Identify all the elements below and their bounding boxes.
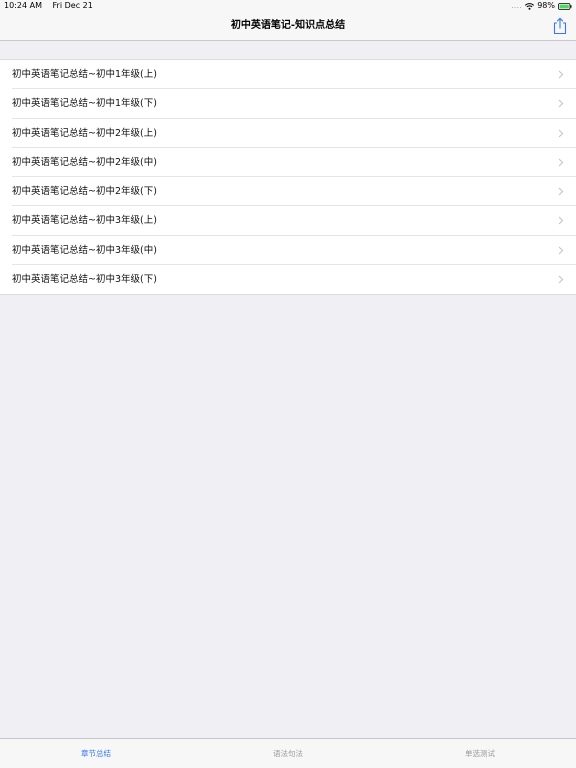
list-item[interactable]: 初中英语笔记总结~初中3年级(下)	[0, 265, 576, 294]
share-button[interactable]	[552, 17, 568, 35]
list-item-label: 初中英语笔记总结~初中3年级(上)	[12, 215, 157, 227]
list-item[interactable]: 初中英语笔记总结~初中3年级(上)	[0, 206, 576, 236]
share-icon	[553, 17, 567, 35]
chapter-list: 初中英语笔记总结~初中1年级(上) 初中英语笔记总结~初中1年级(下) 初中英语笔记…	[0, 59, 576, 295]
tab-1[interactable]: 章节总结	[0, 739, 192, 768]
status-bar: 10:24 AM Fri Dec 21 .... 98%	[0, 0, 576, 12]
list-item-label: 初中英语笔记总结~初中2年级(中)	[12, 156, 157, 168]
status-date: Fri Dec 21	[52, 1, 93, 10]
chevron-right-icon	[558, 275, 564, 284]
wifi-icon	[525, 2, 535, 10]
list-item-label: 初中英语笔记总结~初中2年级(上)	[12, 127, 157, 139]
tab-3[interactable]: 单选测试	[384, 739, 576, 768]
chevron-right-icon	[558, 246, 564, 255]
status-right: .... 98%	[511, 0, 572, 12]
list-item-label: 初中英语笔记总结~初中1年级(上)	[12, 69, 157, 80]
chevron-right-icon	[558, 158, 564, 167]
chevron-right-icon	[558, 129, 564, 138]
tab-2[interactable]: 语法句法	[192, 739, 384, 768]
battery-icon	[558, 2, 572, 10]
chevron-right-icon	[558, 187, 564, 196]
cellular-signal-icon: ....	[511, 2, 523, 10]
chevron-right-icon	[558, 70, 564, 79]
list-item[interactable]: 初中英语笔记总结~初中2年级(中)	[0, 148, 576, 178]
status-left: 10:24 AM Fri Dec 21	[4, 0, 93, 12]
list-item-label: 初中英语笔记总结~初中2年级(下)	[12, 186, 157, 197]
list-item[interactable]: 初中英语笔记总结~初中1年级(上)	[0, 60, 576, 90]
chevron-right-icon	[558, 99, 564, 108]
page-title: 初中英语笔记-知识点总结	[230, 20, 346, 31]
list-item[interactable]: 初中英语笔记总结~初中1年级(下)	[0, 89, 576, 119]
list-item-label: 初中英语笔记总结~初中3年级(下)	[12, 273, 157, 285]
chevron-right-icon	[558, 216, 564, 225]
list-item[interactable]: 初中英语笔记总结~初中2年级(下)	[0, 177, 576, 207]
list-item-label: 初中英语笔记总结~初中1年级(下)	[12, 98, 157, 110]
list-item-label: 初中英语笔记总结~初中3年级(中)	[12, 244, 157, 256]
nav-bar: 初中英语笔记-知识点总结	[0, 12, 576, 41]
list-item[interactable]: 初中英语笔记总结~初中2年级(上)	[0, 119, 576, 149]
battery-percent: 98%	[537, 1, 555, 10]
tab-bar: 章节总结 语法句法 单选测试	[0, 738, 576, 768]
list-item[interactable]: 初中英语笔记总结~初中3年级(中)	[0, 236, 576, 266]
status-time: 10:24 AM	[4, 1, 42, 10]
